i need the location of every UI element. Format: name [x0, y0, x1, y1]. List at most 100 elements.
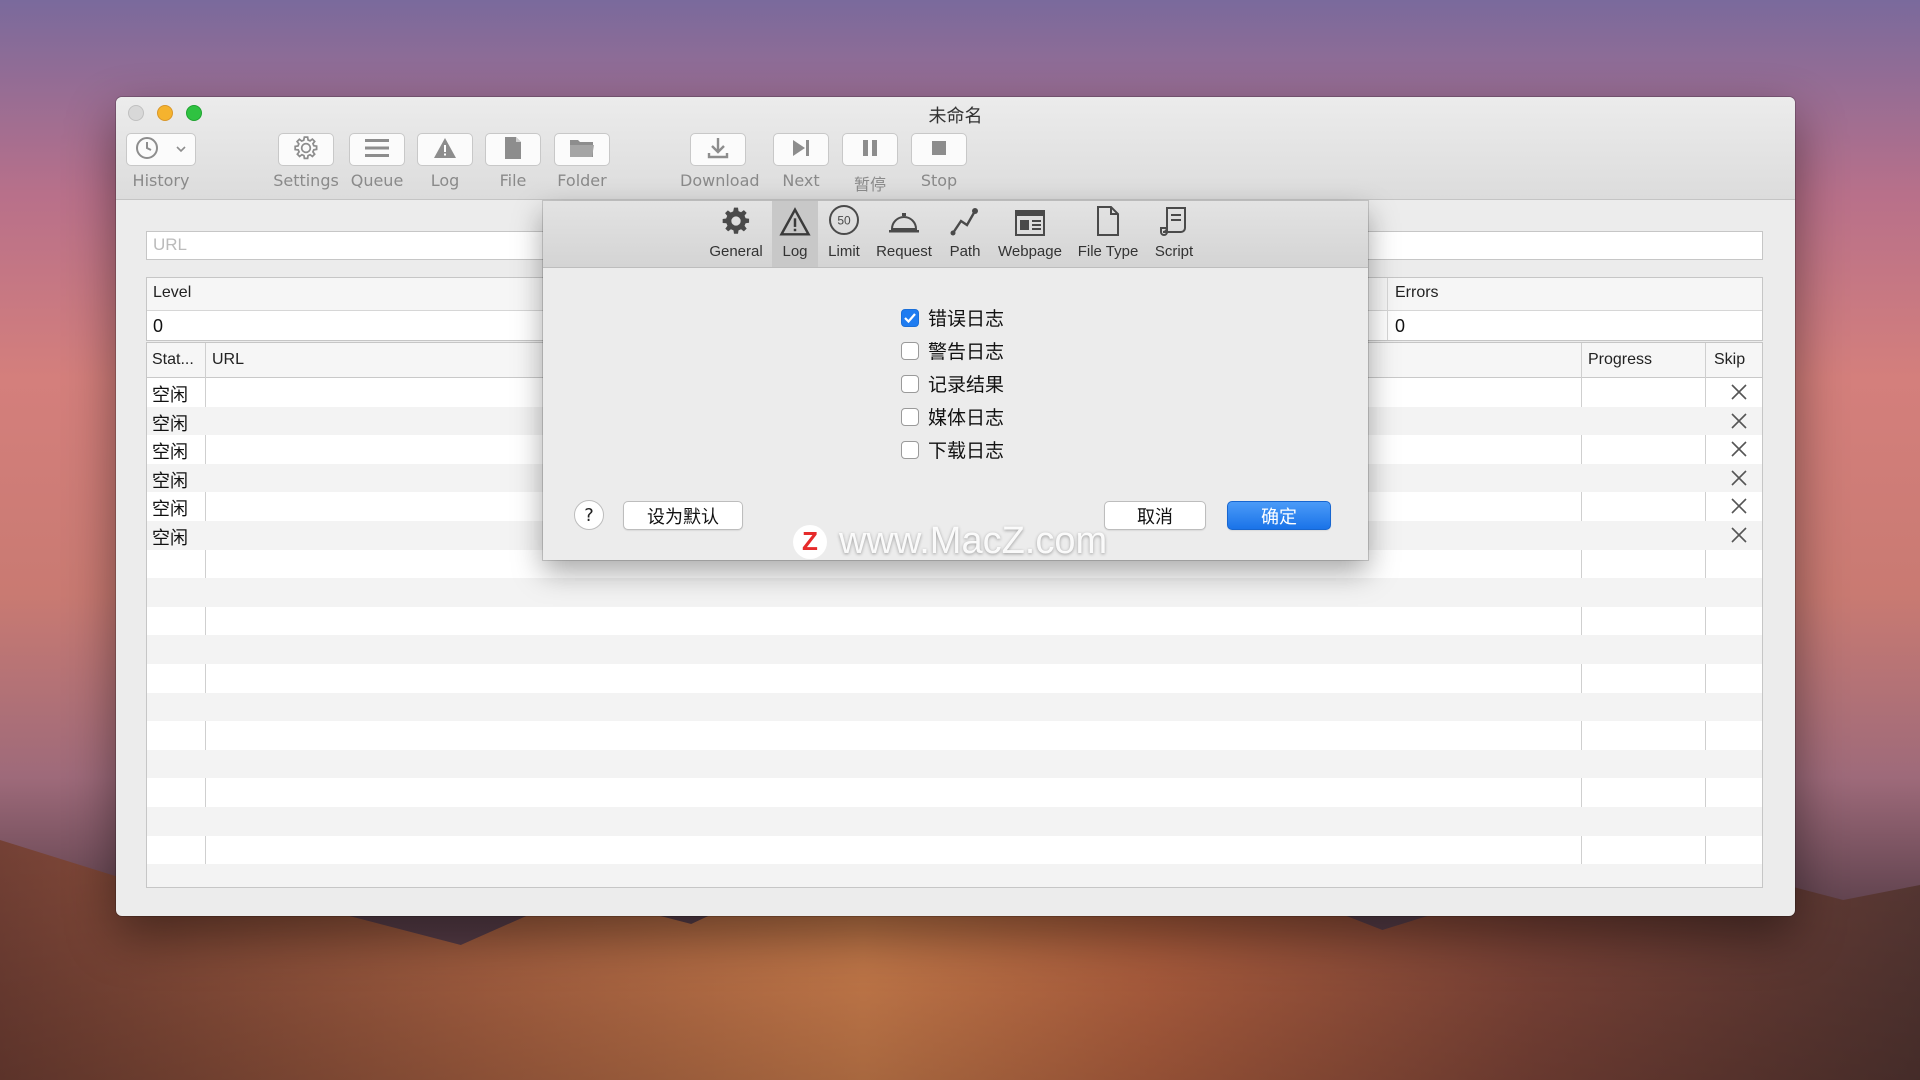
- watermark: Z www.MacZ.com: [793, 520, 1107, 563]
- level-value: 0: [153, 316, 164, 336]
- document-icon: [1095, 205, 1121, 241]
- row-status: 空闲: [152, 499, 188, 521]
- warning-log-checkbox[interactable]: 警告日志: [901, 337, 1004, 364]
- warning-log-label: 警告日志: [928, 341, 1005, 363]
- next-button[interactable]: Next: [770, 133, 832, 190]
- warning-icon: [779, 207, 811, 241]
- pause-icon: [860, 138, 880, 162]
- ok-button[interactable]: 确定: [1227, 501, 1331, 530]
- tab-log[interactable]: Log: [772, 201, 818, 267]
- gear-icon: [720, 205, 752, 241]
- window-title: 未命名: [928, 106, 983, 127]
- tab-path[interactable]: Path: [941, 201, 989, 267]
- tab-file-type[interactable]: File Type: [1073, 201, 1143, 267]
- chevron-down-icon: [175, 140, 187, 159]
- tab-webpage-label: Webpage: [998, 243, 1062, 260]
- set-default-button[interactable]: 设为默认: [623, 501, 743, 530]
- file-button[interactable]: File: [482, 133, 544, 190]
- download-log-checkbox[interactable]: 下载日志: [901, 436, 1004, 463]
- empty-row: [147, 664, 1762, 693]
- errors-label: Errors: [1395, 284, 1439, 301]
- cancel-button[interactable]: 取消: [1104, 501, 1206, 530]
- watermark-logo: Z: [793, 524, 827, 559]
- column-status[interactable]: Stat...: [152, 351, 194, 369]
- stop-button[interactable]: Stop: [908, 133, 970, 190]
- column-progress[interactable]: Progress: [1588, 351, 1652, 369]
- settings-button[interactable]: Settings: [270, 133, 342, 190]
- media-log-checkbox[interactable]: 媒体日志: [901, 403, 1004, 430]
- checkbox-unchecked[interactable]: [901, 341, 919, 360]
- empty-row: [147, 806, 1762, 836]
- skip-close-icon[interactable]: [1729, 411, 1749, 431]
- skip-close-icon[interactable]: [1729, 439, 1749, 459]
- pause-button[interactable]: 暂停: [839, 133, 901, 195]
- stop-label: Stop: [920, 171, 958, 190]
- queue-label: Queue: [350, 171, 404, 190]
- empty-row: [147, 864, 1762, 887]
- error-log-checkbox[interactable]: 错误日志: [901, 304, 1004, 331]
- empty-row: [147, 692, 1762, 722]
- history-label: History: [132, 171, 190, 190]
- preferences-tabs: General Log 50 Limit Request Path Webpag…: [543, 201, 1368, 268]
- checkbox-unchecked[interactable]: [901, 374, 919, 393]
- checkbox-unchecked[interactable]: [901, 407, 919, 426]
- watermark-text: www.MacZ.com: [839, 520, 1108, 562]
- skip-forward-icon: [790, 138, 812, 162]
- error-log-label: 错误日志: [928, 308, 1005, 330]
- tab-script[interactable]: Script: [1147, 201, 1201, 267]
- svg-text:50: 50: [837, 214, 851, 228]
- checkbox-unchecked[interactable]: [901, 440, 919, 459]
- speed-limit-icon: 50: [827, 203, 861, 241]
- column-url[interactable]: URL: [212, 351, 244, 369]
- empty-row: [147, 607, 1762, 636]
- tab-log-label: Log: [782, 243, 808, 260]
- row-status: 空闲: [152, 470, 188, 492]
- tab-limit-label: Limit: [828, 243, 860, 260]
- record-result-checkbox[interactable]: 记录结果: [901, 370, 1004, 397]
- preferences-sheet: General Log 50 Limit Request Path Webpag…: [543, 201, 1368, 560]
- history-button[interactable]: History: [126, 133, 196, 190]
- column-skip[interactable]: Skip: [1714, 351, 1745, 369]
- tab-general[interactable]: General: [705, 201, 767, 267]
- row-status: 空闲: [152, 385, 188, 406]
- skip-close-icon[interactable]: [1729, 525, 1749, 545]
- clock-icon: [135, 136, 159, 164]
- empty-row: [147, 749, 1762, 779]
- download-button[interactable]: Download: [680, 133, 760, 190]
- errors-value: 0: [1395, 316, 1406, 336]
- empty-row: [147, 778, 1762, 807]
- file-icon: [503, 136, 523, 164]
- log-button[interactable]: Log: [414, 133, 476, 190]
- tab-request[interactable]: Request: [871, 201, 937, 267]
- empty-row: [147, 635, 1762, 664]
- help-button[interactable]: ?: [574, 500, 604, 530]
- tab-webpage[interactable]: Webpage: [993, 201, 1067, 267]
- folder-button[interactable]: Folder: [551, 133, 613, 190]
- file-label: File: [499, 171, 527, 190]
- folder-icon: [569, 137, 595, 163]
- skip-close-icon[interactable]: [1729, 496, 1749, 516]
- script-scroll-icon: [1159, 205, 1189, 241]
- settings-label: Settings: [273, 171, 339, 190]
- pause-label: 暂停: [853, 175, 886, 194]
- queue-button[interactable]: Queue: [346, 133, 408, 190]
- tab-path-label: Path: [949, 243, 981, 260]
- empty-row: [147, 836, 1762, 865]
- row-status: 空闲: [152, 442, 188, 464]
- empty-row: [147, 578, 1762, 607]
- next-label: Next: [782, 171, 820, 190]
- tab-script-label: Script: [1154, 243, 1194, 260]
- path-icon: [949, 205, 981, 241]
- list-icon: [364, 137, 390, 163]
- download-icon: [706, 136, 730, 164]
- service-bell-icon: [887, 209, 921, 241]
- row-status: 空闲: [152, 413, 188, 435]
- download-log-label: 下载日志: [928, 440, 1005, 462]
- stop-icon: [930, 139, 948, 161]
- skip-close-icon[interactable]: [1729, 382, 1749, 402]
- tab-limit[interactable]: 50 Limit: [821, 201, 867, 267]
- checkbox-checked[interactable]: [901, 308, 919, 327]
- warning-icon: [432, 136, 458, 164]
- skip-close-icon[interactable]: [1729, 468, 1749, 488]
- webpage-icon: [1014, 209, 1046, 241]
